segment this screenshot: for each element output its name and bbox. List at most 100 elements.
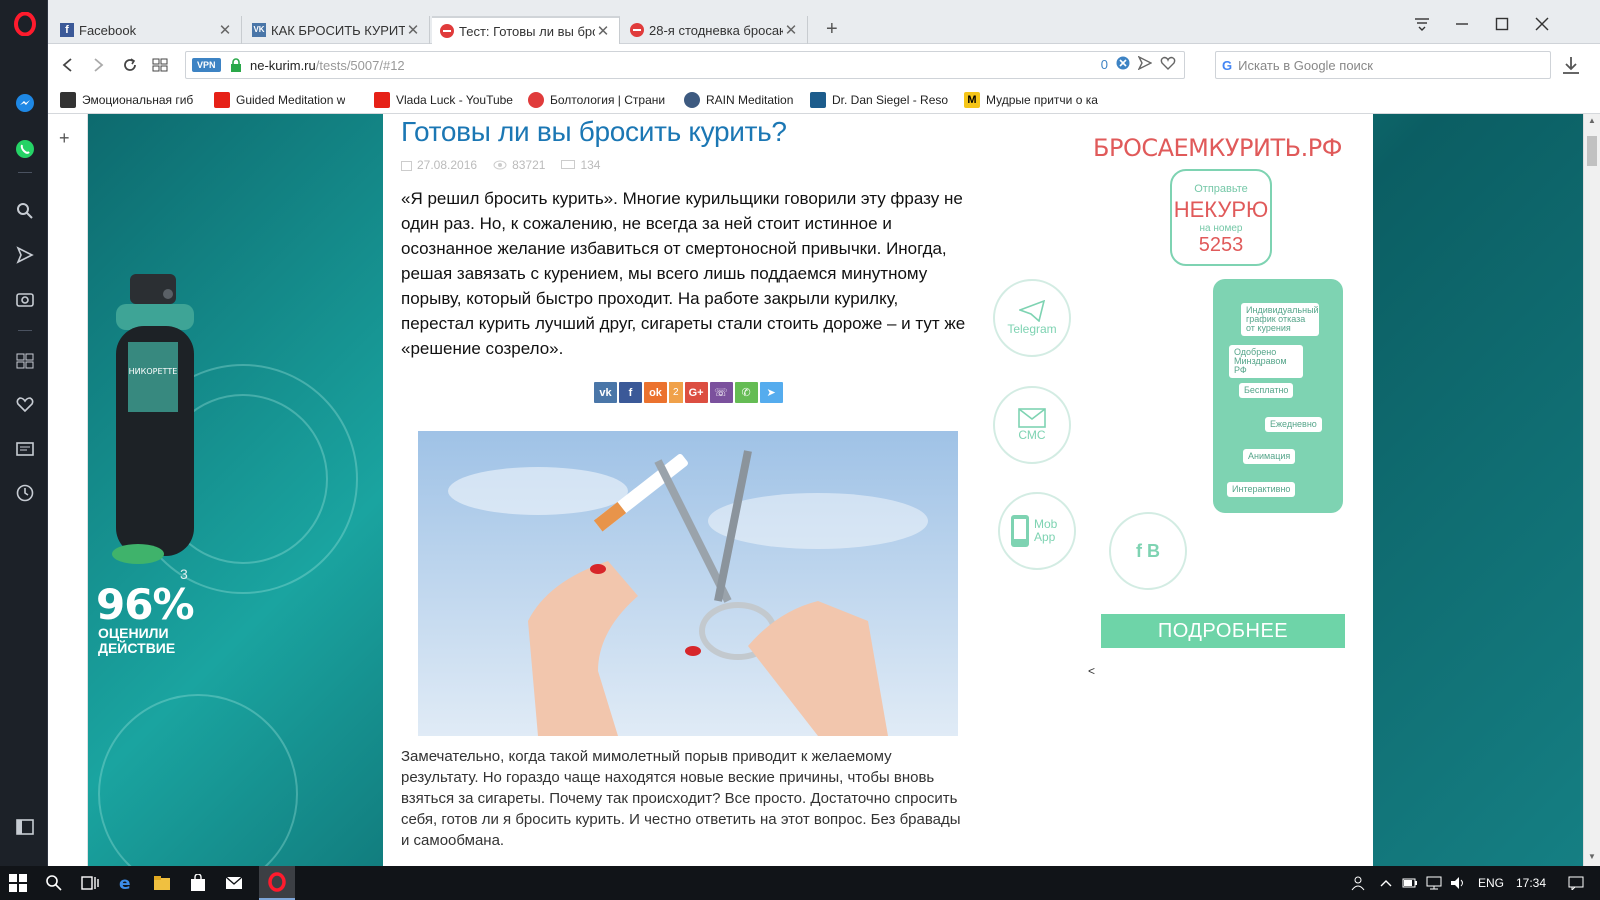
add-panel-button[interactable]: + xyxy=(59,128,70,149)
edge-icon[interactable]: e xyxy=(114,872,138,894)
article-date: 27.08.2016 xyxy=(417,158,478,172)
clock[interactable]: 17:34 xyxy=(1516,876,1546,890)
download-icon[interactable] xyxy=(1560,54,1582,76)
messenger-icon[interactable] xyxy=(14,92,36,114)
ad-decoration xyxy=(98,694,298,866)
no-smoking-icon xyxy=(630,23,644,37)
url-text[interactable]: ne-kurim.ru/tests/5007/#12 xyxy=(250,58,405,73)
heart-icon[interactable] xyxy=(14,394,36,416)
bookmark-item[interactable]: RAIN Meditation xyxy=(684,91,796,108)
bookmark-label: Болтология | Страни xyxy=(550,92,666,107)
web-page: НИКОРЕТТЕ 96% 3 ОЦЕНИЛИ ДЕЙСТВИЕ Готовы … xyxy=(88,114,1583,866)
article: Готовы ли вы бросить курить? 27.08.2016 … xyxy=(383,114,973,866)
forward-icon[interactable] xyxy=(86,53,110,77)
svg-text:e: e xyxy=(119,874,131,892)
reload-icon[interactable] xyxy=(118,53,142,77)
comment-icon xyxy=(561,159,576,169)
calendar-icon xyxy=(401,160,412,171)
opera-logo-icon[interactable] xyxy=(14,11,36,37)
tab-test-active[interactable]: Тест: Готовы ли вы бросить ✕ xyxy=(432,16,620,44)
close-window-icon[interactable] xyxy=(1530,14,1554,34)
whatsapp-share-button[interactable]: ✆ xyxy=(734,382,758,403)
bookmark-item[interactable]: Vlada Luck - YouTube xyxy=(374,91,514,108)
file-explorer-icon[interactable] xyxy=(150,872,174,894)
bookmark-heart-icon[interactable] xyxy=(1160,56,1176,73)
tab-vk[interactable]: VK КАК БРОСИТЬ КУРИТЬ И ✕ xyxy=(244,16,430,44)
whatsapp-icon[interactable] xyxy=(14,138,36,160)
phone-icon xyxy=(1011,515,1029,547)
search-icon[interactable] xyxy=(42,872,66,894)
sidebar-toggle-icon[interactable] xyxy=(14,816,36,838)
close-icon[interactable]: ✕ xyxy=(595,22,611,40)
google-plus-share-button[interactable]: G+ xyxy=(684,382,708,403)
scroll-up-icon[interactable]: ▲ xyxy=(1587,116,1597,125)
bookmark-label: RAIN Meditation xyxy=(706,92,794,107)
opera-sidebar xyxy=(0,0,48,866)
input-language[interactable]: ENG xyxy=(1478,876,1504,890)
bookmark-item[interactable]: Dr. Dan Siegel - Reso xyxy=(810,91,950,108)
ad-caption-line: ДЕЙСТВИЕ xyxy=(98,640,176,656)
rain-icon xyxy=(684,91,700,108)
sms-option: СМС xyxy=(993,386,1071,464)
close-icon[interactable]: ✕ xyxy=(217,21,233,39)
spray-bottle-image: НИКОРЕТТЕ xyxy=(112,274,194,564)
close-icon[interactable]: ✕ xyxy=(405,21,421,39)
bookmark-label: Dr. Dan Siegel - Reso xyxy=(832,92,949,107)
feature-chip: Интерактивно xyxy=(1227,482,1296,497)
scroll-down-icon[interactable]: ▼ xyxy=(1587,852,1597,861)
windows-start-icon[interactable] xyxy=(6,872,30,894)
search-placeholder: Искать в Google поиск xyxy=(1238,57,1373,73)
telegram-share-button[interactable]: ➤ xyxy=(759,382,783,403)
left-banner-ad[interactable]: НИКОРЕТТЕ 96% 3 ОЦЕНИЛИ ДЕЙСТВИЕ xyxy=(88,114,383,866)
lock-icon[interactable] xyxy=(230,58,242,72)
telegram-icon xyxy=(1019,300,1045,322)
maximize-icon[interactable] xyxy=(1490,14,1514,34)
send-page-icon[interactable] xyxy=(1137,55,1153,73)
camera-icon[interactable] xyxy=(14,288,36,310)
adblock-count[interactable]: 0 xyxy=(1101,57,1108,72)
page-scrollbar[interactable]: ▲ ▼ xyxy=(1583,114,1600,866)
volume-icon[interactable] xyxy=(1450,875,1466,891)
network-icon[interactable] xyxy=(1426,875,1442,891)
bookmark-item[interactable]: Guided Meditation w xyxy=(214,91,360,108)
site-icon xyxy=(810,91,826,108)
facebook-share-button[interactable]: f xyxy=(619,382,642,403)
send-icon[interactable] xyxy=(14,244,36,266)
viber-share-button[interactable]: ☏ xyxy=(709,382,733,403)
scroll-thumb[interactable] xyxy=(1587,136,1597,166)
opera-taskbar-button[interactable] xyxy=(259,866,295,900)
bookmark-item[interactable]: Эмоциональная гиб xyxy=(60,91,200,108)
search-input[interactable]: G Искать в Google поиск xyxy=(1215,51,1551,79)
adblock-icon[interactable] xyxy=(1116,56,1130,73)
bookmark-item[interactable]: Болтология | Страни xyxy=(528,91,670,108)
tab-facebook[interactable]: f Facebook ✕ xyxy=(52,16,242,44)
back-icon[interactable] xyxy=(56,53,80,77)
tab-grid-icon[interactable] xyxy=(148,53,172,77)
vk-share-button[interactable]: vk xyxy=(594,382,617,403)
minimize-icon[interactable] xyxy=(1450,14,1474,34)
tab-stodnevka[interactable]: 28-я стодневка бросающ ✕ xyxy=(622,16,808,44)
more-button[interactable]: ПОДРОБНЕЕ xyxy=(1101,614,1345,648)
close-icon[interactable]: ✕ xyxy=(783,21,799,39)
new-tab-button[interactable]: + xyxy=(826,18,838,41)
people-icon[interactable] xyxy=(1350,875,1366,891)
search-icon[interactable] xyxy=(14,200,36,222)
right-banner-ad[interactable]: БРОСАЕМКУРИТЬ.РФ Отправьте НЕКУРЮ на ном… xyxy=(973,114,1373,866)
envelope-icon xyxy=(1018,408,1046,428)
notifications-icon[interactable] xyxy=(1568,875,1584,891)
news-icon[interactable] xyxy=(14,438,36,460)
store-icon[interactable] xyxy=(186,872,210,894)
odnoklassniki-share-button[interactable]: ok xyxy=(644,382,667,403)
url-path: /tests/5007/#12 xyxy=(315,58,405,73)
speed-dial-icon[interactable] xyxy=(14,350,36,372)
vpn-badge[interactable]: VPN xyxy=(192,58,221,72)
task-view-icon[interactable] xyxy=(78,872,102,894)
bookmark-item[interactable]: M Мудрые притчи о ка xyxy=(964,91,1104,108)
address-bar[interactable]: VPN ne-kurim.ru/tests/5007/#12 0 xyxy=(185,51,1185,79)
chevron-up-icon[interactable] xyxy=(1378,875,1394,891)
mail-icon[interactable] xyxy=(222,872,246,894)
tab-menu-icon[interactable] xyxy=(1410,14,1434,34)
battery-icon[interactable] xyxy=(1402,875,1418,891)
history-icon[interactable] xyxy=(14,482,36,504)
carousel-prev[interactable]: < xyxy=(1088,664,1095,678)
